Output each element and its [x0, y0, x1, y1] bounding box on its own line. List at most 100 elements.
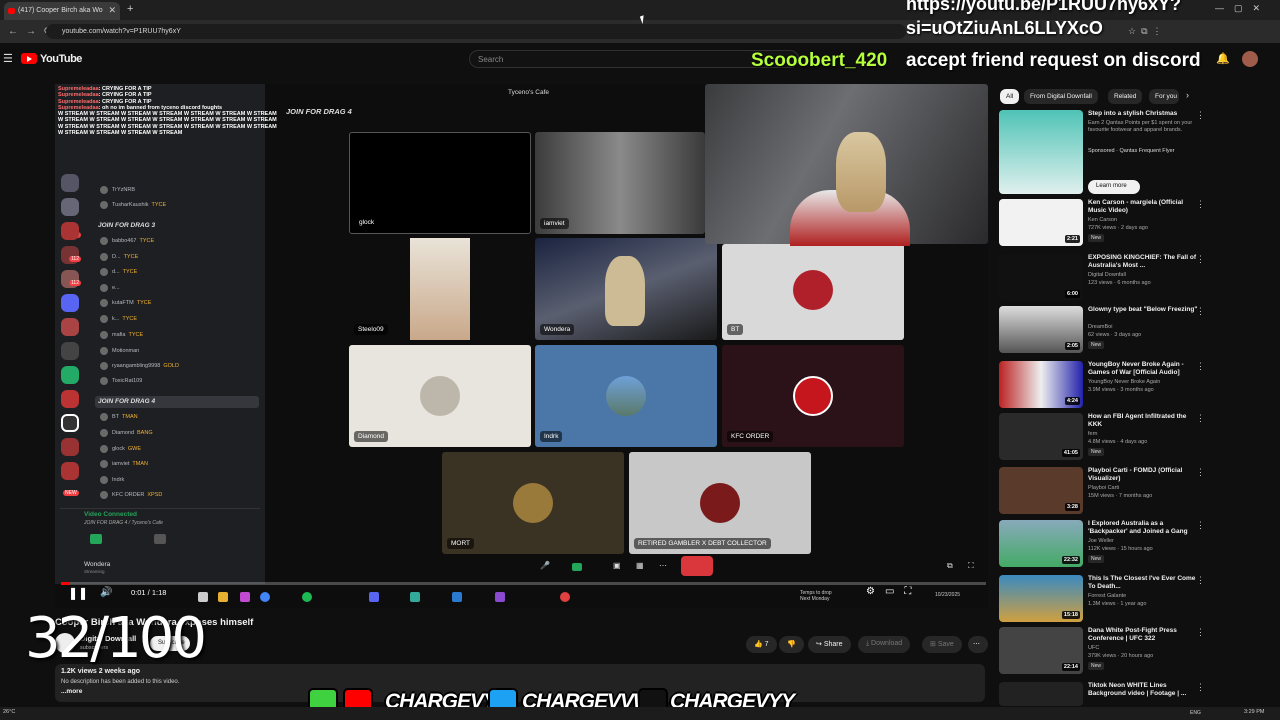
call-tile-retired-gambler[interactable]: RETIRED GAMBLER X DEBT COLLECTOR: [629, 452, 811, 554]
current-user-name[interactable]: Wondera: [84, 561, 110, 568]
recommendation-item[interactable]: 3:28 Playboi Carti - FOMDJ (Official Vis…: [999, 467, 1209, 517]
chip-for-you[interactable]: For you: [1149, 89, 1179, 104]
browser-tab[interactable]: (417) Cooper Birch aka Wo ✕: [4, 2, 120, 20]
voice-member[interactable]: KFC ORDER XPSD: [99, 491, 162, 499]
server-icon[interactable]: [61, 390, 79, 408]
voice-member[interactable]: Diamond BANG: [100, 429, 153, 437]
call-tile-bt[interactable]: BT: [722, 244, 904, 340]
browser-extension-icons[interactable]: ☆⧉⋮: [1128, 26, 1167, 37]
youtube-logo-icon[interactable]: [21, 53, 37, 64]
camera-icon[interactable]: [572, 563, 582, 571]
volume-icon[interactable]: 🔊: [100, 587, 112, 598]
chip-all[interactable]: All: [1000, 89, 1020, 104]
hangup-button[interactable]: [681, 556, 713, 576]
screen-share-icon[interactable]: [154, 534, 166, 544]
voice-channel-path[interactable]: JOIN FOR DRAG 4 / Tyceno's Cafe: [84, 520, 163, 526]
more-icon[interactable]: ⋮: [1196, 254, 1205, 265]
voice-channel-drag3[interactable]: JOIN FOR DRAG 3: [98, 222, 155, 229]
chevron-right-icon[interactable]: ›: [1186, 90, 1189, 100]
more-icon[interactable]: ⋮: [1196, 520, 1205, 531]
voice-member[interactable]: TusharKaushik TYCE: [99, 201, 166, 209]
fullscreen-call-icon[interactable]: ⛶: [968, 561, 974, 571]
recommendation-item[interactable]: Tiktok Neon WHITE Lines Background video…: [999, 682, 1209, 706]
server-icon[interactable]: [61, 342, 79, 360]
voice-member[interactable]: Motionman: [99, 347, 139, 355]
popout-icon[interactable]: ⧉: [947, 561, 953, 571]
download-button[interactable]: ⤓ Download: [858, 636, 911, 653]
more-icon[interactable]: ⋮: [1196, 306, 1205, 317]
more-icon[interactable]: ⋮: [1196, 110, 1205, 121]
voice-channel-drag4[interactable]: JOIN FOR DRAG 4: [98, 398, 155, 405]
pause-icon[interactable]: ❚❚: [68, 586, 88, 600]
more-icon[interactable]: ⋮: [1196, 682, 1205, 693]
more-icon[interactable]: ⋮: [1196, 467, 1205, 478]
player-settings-icons[interactable]: ⚙▭⛶: [866, 586, 921, 597]
account-avatar[interactable]: [1242, 51, 1258, 67]
more-icon[interactable]: ⋮: [1196, 199, 1205, 210]
recommendation-item[interactable]: 4:24 YoungBoy Never Broke Again - Games …: [999, 361, 1209, 411]
new-tab-icon[interactable]: +: [127, 3, 133, 15]
like-button[interactable]: 👍 7: [746, 636, 777, 653]
call-tile-iamviet[interactable]: iamviet: [535, 132, 705, 234]
server-icon[interactable]: [61, 438, 79, 456]
chip-related[interactable]: Related: [1108, 89, 1143, 104]
recommendation-item[interactable]: 22:14 Dana White Post-Fight Press Confer…: [999, 627, 1209, 677]
url-field[interactable]: youtube.com/watch?v=P1RUU7hy6xY: [46, 24, 906, 39]
voice-member[interactable]: iamviet TMAN: [99, 460, 148, 468]
more-options-icon[interactable]: ⋯: [659, 561, 667, 570]
call-tile-kfc-order[interactable]: KFC ORDER: [722, 345, 904, 447]
voice-member[interactable]: glock GWE: [100, 445, 141, 453]
voice-member[interactable]: Indrk: [99, 476, 124, 484]
share-screen-icon[interactable]: ▣: [613, 561, 621, 570]
weather-temp[interactable]: 26°C: [3, 709, 15, 715]
more-icon[interactable]: ⋮: [1196, 575, 1205, 586]
learn-more-button[interactable]: Learn more: [1088, 180, 1140, 194]
voice-member[interactable]: d... TYCE: [99, 268, 137, 276]
server-icon[interactable]: [61, 222, 79, 240]
voice-member[interactable]: e...: [100, 284, 120, 292]
more-icon[interactable]: ⋮: [1196, 627, 1205, 638]
call-tile-glock[interactable]: glock: [349, 132, 531, 234]
voice-member[interactable]: D... TYCE: [99, 253, 138, 261]
call-tile-steelo09[interactable]: Steelo09: [349, 238, 531, 340]
search-input[interactable]: Search: [469, 50, 799, 68]
close-tab-icon[interactable]: ✕: [108, 5, 116, 16]
recommendation-item[interactable]: 41:05 How an FBI Agent Infiltrated the K…: [999, 413, 1209, 463]
voice-member[interactable]: ToxicRat109: [99, 377, 142, 385]
chip-from-channel[interactable]: From Digital Downfall: [1024, 89, 1098, 104]
camera-toggle-icon[interactable]: [90, 534, 102, 544]
more-icon[interactable]: ⋮: [1196, 361, 1205, 372]
language-indicator[interactable]: ENG: [1190, 710, 1201, 716]
server-icon[interactable]: [61, 318, 79, 336]
voice-member[interactable]: k... TYCE: [99, 315, 137, 323]
recommendation-item[interactable]: 15:18 This Is The Closest I've Ever Come…: [999, 575, 1209, 625]
activity-icon[interactable]: ▦: [636, 561, 644, 570]
voice-member[interactable]: ryaangambling9998 GOLD: [100, 362, 179, 370]
call-tile-indrk[interactable]: Indrk: [535, 345, 717, 447]
server-icon[interactable]: [61, 198, 79, 216]
progress-bar[interactable]: [61, 582, 986, 585]
call-tile-diamond[interactable]: Diamond: [349, 345, 531, 447]
mic-icon[interactable]: 🎤: [540, 561, 550, 570]
hamburger-menu-icon[interactable]: ☰: [3, 52, 13, 65]
share-button[interactable]: ↪ Share: [808, 636, 851, 653]
server-icon[interactable]: [61, 294, 79, 312]
call-tile-mort[interactable]: MORT: [442, 452, 624, 554]
youtube-wordmark[interactable]: YouTube: [40, 53, 82, 65]
recommendation-item[interactable]: 2:21 Ken Carson - margiela (Official Mus…: [999, 199, 1209, 249]
server-icon[interactable]: [61, 174, 79, 192]
more-icon[interactable]: ⋮: [1196, 413, 1205, 424]
call-tile-wondera[interactable]: Wondera: [535, 238, 717, 340]
notifications-bell-icon[interactable]: 🔔: [1216, 52, 1230, 65]
voice-member[interactable]: kutaFTM TYCE: [99, 299, 151, 307]
server-icon[interactable]: [61, 414, 79, 432]
voice-member[interactable]: mafia TYCE: [99, 331, 143, 339]
voice-member[interactable]: BT TMAN: [100, 413, 138, 421]
window-controls[interactable]: —▢✕: [1215, 3, 1270, 14]
dislike-button[interactable]: 👎: [779, 636, 804, 653]
more-actions-icon[interactable]: ⋯: [968, 636, 988, 653]
save-button[interactable]: ⊞ Save: [922, 636, 962, 653]
recommendation-item[interactable]: 22:32 I Explored Australia as a 'Backpac…: [999, 520, 1209, 570]
recommendation-item[interactable]: 2:05 Glowny type beat "Below Freezing" D…: [999, 306, 1209, 356]
system-clock[interactable]: 3:29 PM: [1244, 709, 1264, 715]
